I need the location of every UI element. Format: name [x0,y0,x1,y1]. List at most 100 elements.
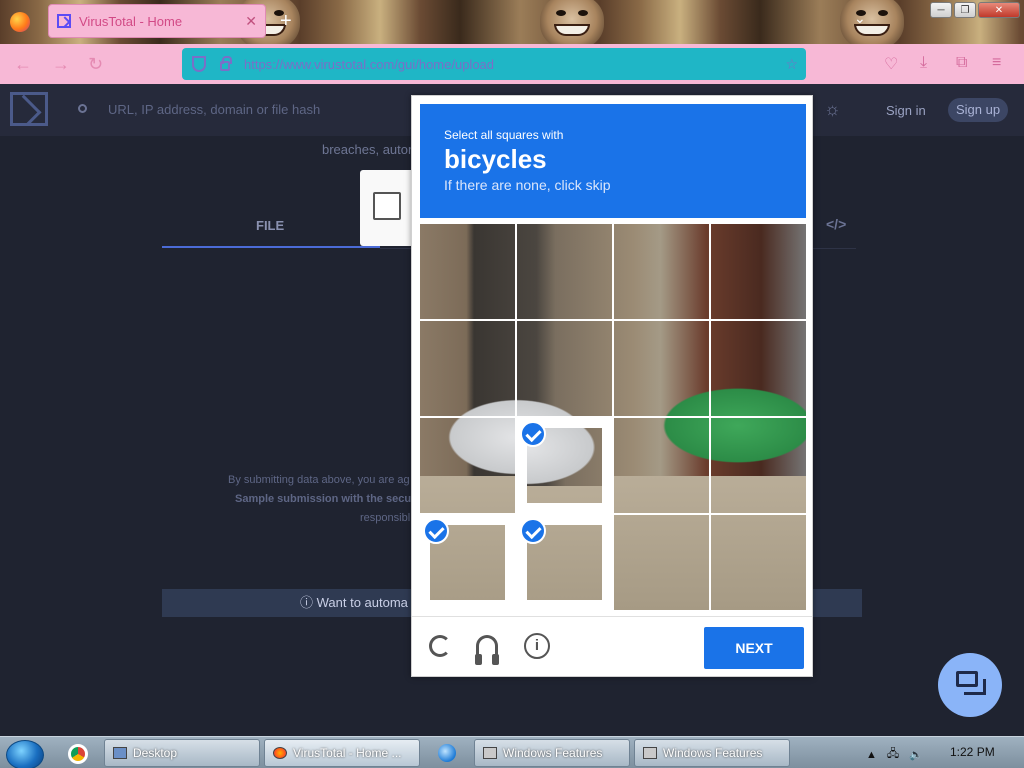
taskbar-features-label-1: Windows Features [503,746,603,760]
search-icon [78,104,87,113]
sign-in-link[interactable]: Sign in [886,103,926,118]
selected-check-icon [423,518,449,544]
bookmark-star-icon[interactable]: ☆ [785,56,798,73]
selected-check-icon [520,421,546,447]
tile-image [711,321,806,416]
captcha-tile[interactable] [711,321,806,416]
extensions-icon[interactable]: ⧉ [956,54,967,72]
disclaimer-text: By submitting data above, you are ag [228,474,410,486]
clock[interactable]: 1:22 PM [950,745,995,759]
challenge-target: bicycles [444,144,547,174]
tile-image [711,224,806,319]
captcha-tile[interactable] [711,418,806,513]
taskbar-desktop[interactable]: Desktop [104,739,260,767]
theme-sun-icon[interactable]: ☼ [824,99,841,120]
window-controls: ─ ❐ ✕ [930,2,1020,18]
forward-arrow-icon[interactable]: → [52,54,70,75]
start-button[interactable] [6,740,44,768]
windows-features-icon [483,747,497,759]
intro-text: breaches, autor [322,142,413,157]
captcha-tile[interactable] [517,515,612,610]
minimize-button[interactable]: ─ [930,2,952,18]
taskbar-firefox-label: VirusTotal - Home ... [293,746,402,760]
disclaimer-text-2: responsibl [360,512,411,524]
disclaimer-bold-text: Sample submission with the secu [235,493,412,505]
tile-image [711,515,806,610]
tab-strip: VirusTotal - Home ✕ + ⌄ ─ ❐ ✕ [0,0,1024,44]
search-input[interactable]: URL, IP address, domain or file hash [108,102,320,117]
system-tray: ▲ 🖧 🔈 [866,745,923,764]
captcha-tile[interactable] [517,321,612,416]
taskbar-desktop-label: Desktop [133,746,178,760]
challenge-hint: If there are none, click skip [444,177,611,193]
list-tabs-chevron-icon[interactable]: ⌄ [854,10,866,27]
network-icon[interactable]: 🖧 [887,745,899,764]
tile-image [420,418,515,513]
recaptcha-checkbox-card [360,170,416,246]
taskbar-firefox[interactable]: VirusTotal - Home ... [264,739,420,767]
tile-image [517,321,612,416]
chat-button[interactable] [938,653,1002,717]
tile-image [614,418,709,513]
tab-file[interactable]: FILE [256,218,284,233]
captcha-tile[interactable] [517,224,612,319]
virustotal-favicon-icon [57,14,71,28]
captcha-tile[interactable] [420,224,515,319]
captcha-tile[interactable] [614,515,709,610]
pocket-icon[interactable]: ♡ [884,54,898,74]
tile-image [517,224,612,319]
taskbar-windows-features-2[interactable]: Windows Features [634,739,790,767]
captcha-tile[interactable] [517,418,612,513]
captcha-tile[interactable] [420,321,515,416]
audio-challenge-icon[interactable] [475,635,499,665]
firefox-icon[interactable] [10,12,30,32]
captcha-tile[interactable] [614,418,709,513]
tab-close-icon[interactable]: ✕ [245,13,257,30]
captcha-tile[interactable] [420,515,515,610]
downloads-icon[interactable]: ⤓ [920,54,927,72]
image-grid [420,224,806,610]
challenge-footer: i NEXT [412,616,812,678]
tab-title: VirusTotal - Home [79,13,183,29]
code-icon[interactable]: </> [826,216,846,232]
desktop-icon [113,747,127,759]
captcha-tile[interactable] [614,224,709,319]
back-arrow-icon[interactable]: ← [14,54,32,75]
new-tab-button[interactable]: + [280,10,292,33]
reload-challenge-icon[interactable] [429,635,451,657]
firefox-icon [273,747,287,759]
sign-up-button[interactable]: Sign up [948,98,1008,122]
recaptcha-challenge: Select all squares with bicycles If ther… [411,95,813,677]
taskbar-windows-features-1[interactable]: Windows Features [474,739,630,767]
lock-icon[interactable] [220,56,232,71]
challenge-header: Select all squares with bicycles If ther… [420,104,806,218]
close-window-button[interactable]: ✕ [978,2,1020,18]
wallpaper-face [840,0,904,44]
restore-button[interactable]: ❐ [954,2,976,18]
selected-check-icon [520,518,546,544]
volume-muted-icon[interactable]: 🔈 [909,748,923,761]
url-text[interactable]: https://www.virustotal.com/gui/home/uplo… [244,57,785,72]
taskbar-features-label-2: Windows Features [663,746,763,760]
captcha-tile[interactable] [711,224,806,319]
tile-image [614,321,709,416]
tile-image [711,418,806,513]
captcha-tile[interactable] [614,321,709,416]
virustotal-logo-icon[interactable] [10,92,48,126]
info-icon[interactable]: i [524,633,550,659]
chrome-icon[interactable] [68,744,88,764]
address-bar[interactable]: https://www.virustotal.com/gui/home/uplo… [182,48,806,80]
tracking-shield-icon[interactable] [192,56,206,72]
tab-virustotal[interactable]: VirusTotal - Home ✕ [48,4,266,38]
tile-image [614,515,709,610]
reload-icon[interactable]: ↻ [88,54,103,75]
captcha-tile[interactable] [711,515,806,610]
recaptcha-checkbox[interactable] [373,192,401,220]
tile-image [420,224,515,319]
ie-icon[interactable] [438,744,456,762]
show-hidden-icons-icon[interactable]: ▲ [866,749,877,761]
challenge-instruction: Select all squares with [444,128,564,142]
menu-icon[interactable]: ≡ [992,54,1001,72]
captcha-tile[interactable] [420,418,515,513]
next-button[interactable]: NEXT [704,627,804,669]
